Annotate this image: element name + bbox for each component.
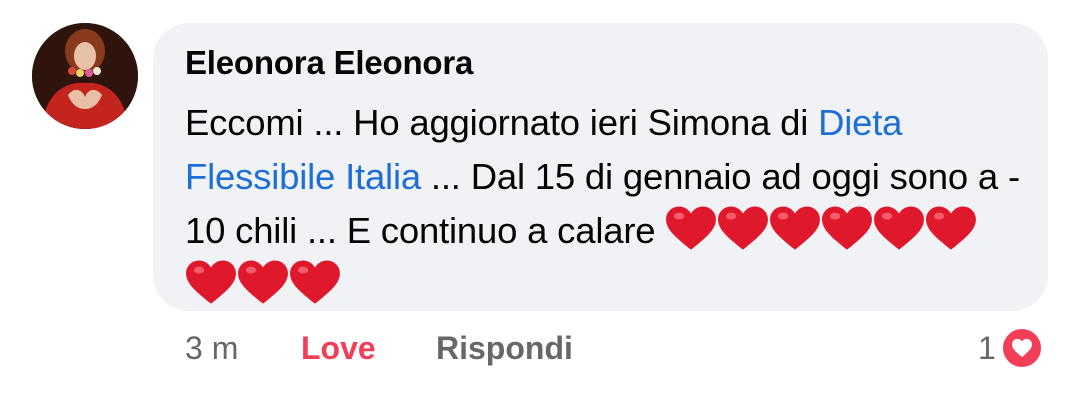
heart-emoji: [822, 206, 873, 250]
comment-timestamp[interactable]: 3 m: [185, 330, 238, 367]
reaction-summary[interactable]: 1: [978, 326, 1044, 370]
heart-emoji: [290, 260, 340, 304]
avatar[interactable]: [32, 23, 138, 129]
heart-emoji: [770, 206, 821, 250]
love-reaction-button[interactable]: Love: [301, 330, 376, 367]
heart-emoji: [926, 206, 977, 250]
heart-emoji: [238, 260, 288, 304]
comment-text: Eccomi ... Ho aggiornato ieri Simona di …: [185, 96, 1025, 312]
reply-button[interactable]: Rispondi: [436, 330, 573, 367]
reaction-count: 1: [978, 329, 996, 366]
comment-author[interactable]: Eleonora Eleonora: [185, 44, 473, 82]
comment-text-part: Eccomi ... Ho aggiornato ieri Simona di: [185, 102, 819, 143]
heart-emoji: [874, 206, 925, 250]
heart-emoji: [186, 260, 236, 304]
heart-emoji: [666, 206, 717, 250]
heart-icon: [999, 326, 1044, 370]
heart-emoji: [718, 206, 769, 250]
